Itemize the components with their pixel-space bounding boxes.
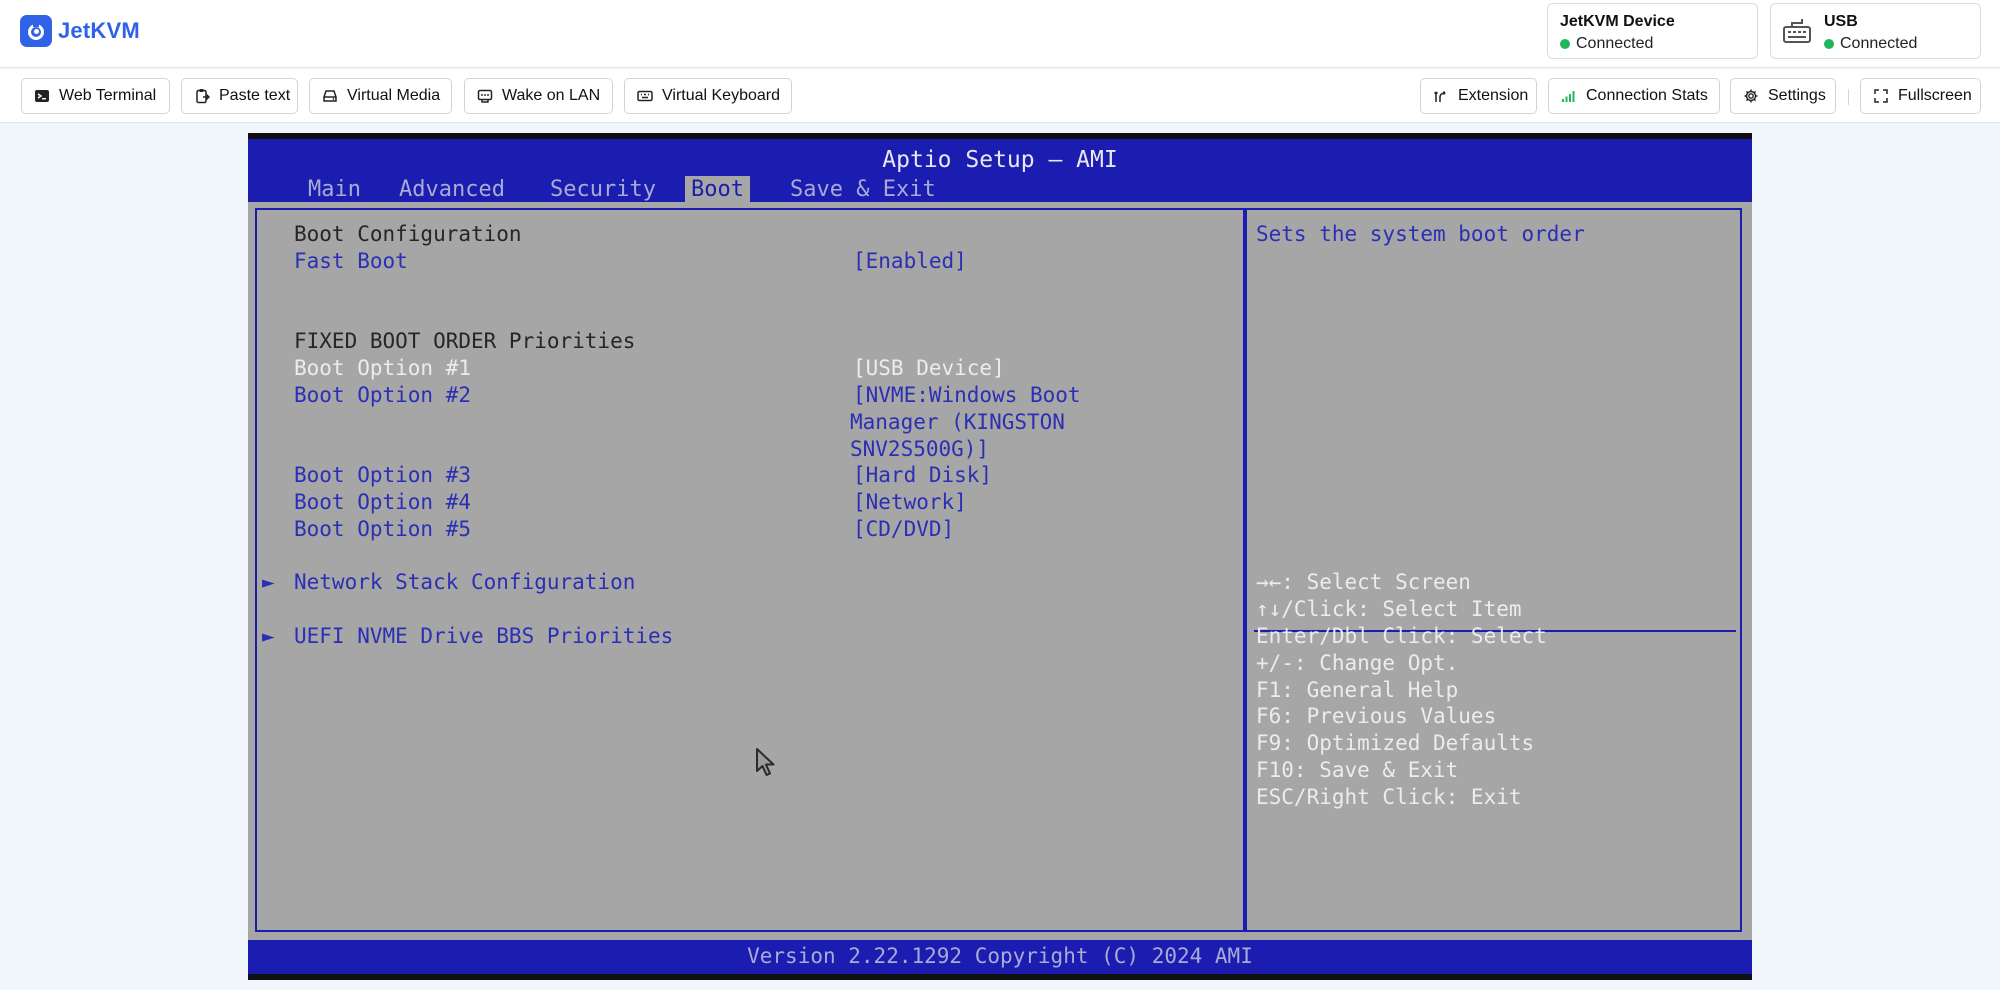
connected-dot-icon	[1560, 39, 1570, 49]
device-status-text: Connected	[1576, 35, 1654, 52]
ethernet-icon	[477, 89, 493, 103]
help-description: Sets the system boot order	[1256, 222, 1585, 246]
fixed-boot-order-heading: FIXED BOOT ORDER Priorities	[294, 329, 636, 353]
key-help-line: F1: General Help	[1256, 678, 1459, 702]
remote-video-screen[interactable]: Aptio Setup – AMI Main Advanced Security…	[248, 133, 1752, 980]
clipboard-icon	[196, 89, 210, 104]
fast-boot-label[interactable]: Fast Boot	[294, 248, 408, 275]
boot-option-4-label[interactable]: Boot Option #4	[294, 489, 471, 516]
submenu-arrow-icon: ►	[262, 624, 275, 648]
key-help-line: ↑↓/Click: Select Item	[1256, 597, 1522, 621]
gear-icon	[1744, 89, 1758, 103]
fullscreen-button[interactable]: Fullscreen	[1860, 78, 1981, 114]
terminal-icon	[35, 90, 49, 102]
paste-text-button[interactable]: Paste text	[181, 78, 298, 114]
app-name: JetKVM	[58, 18, 140, 43]
network-stack-configuration-item[interactable]: Network Stack Configuration	[294, 569, 635, 596]
connection-stats-button[interactable]: Connection Stats	[1548, 78, 1720, 114]
settings-button[interactable]: Settings	[1730, 78, 1836, 114]
fullscreen-icon	[1874, 89, 1888, 103]
extension-icon	[1433, 90, 1446, 102]
boot-option-5-label[interactable]: Boot Option #5	[294, 516, 471, 543]
fast-boot-value[interactable]: [Enabled]	[853, 248, 967, 275]
usb-status-text: Connected	[1840, 35, 1918, 52]
bios-tab-main[interactable]: Main	[302, 176, 367, 203]
keyboard-icon	[637, 90, 653, 102]
extension-button[interactable]: Extension	[1420, 78, 1537, 114]
jetkvm-logo[interactable]: JetKVM	[20, 15, 140, 47]
jetkvm-logo-icon	[20, 15, 52, 47]
key-help-line: F9: Optimized Defaults	[1256, 731, 1535, 755]
boot-option-4-value[interactable]: [Network]	[853, 489, 967, 516]
usb-status-title: USB	[1824, 13, 1858, 30]
key-help-line: Enter/Dbl Click: Select	[1256, 624, 1547, 648]
bios-footer: Version 2.22.1292 Copyright (C) 2024 AMI	[248, 940, 1752, 974]
bios-tab-advanced[interactable]: Advanced	[393, 176, 511, 203]
toolbar-divider	[1848, 89, 1849, 105]
boot-option-2-value-line2: Manager (KINGSTON	[850, 410, 1065, 434]
drive-icon	[323, 90, 337, 102]
device-status: Connected	[1560, 35, 1653, 53]
device-status-title: JetKVM Device	[1560, 13, 1675, 30]
bios-tab-security[interactable]: Security	[544, 176, 662, 203]
boot-option-1-label[interactable]: Boot Option #1	[294, 355, 471, 382]
bios-title: Aptio Setup – AMI	[882, 147, 1118, 173]
device-status-card: JetKVM Device Connected	[1547, 3, 1758, 59]
usb-status: Connected	[1824, 35, 1917, 53]
usb-status-card: USB Connected	[1770, 3, 1981, 59]
boot-option-5-value[interactable]: [CD/DVD]	[853, 516, 954, 543]
action-toolbar: Web Terminal Paste text Virtual Media Wa…	[0, 69, 2000, 123]
submenu-arrow-icon: ►	[262, 570, 275, 594]
bios-header: Aptio Setup – AMI Main Advanced Security…	[248, 139, 1752, 203]
bios-tab-save-exit[interactable]: Save & Exit	[784, 176, 942, 203]
web-terminal-button[interactable]: Web Terminal	[21, 78, 170, 114]
virtual-keyboard-button[interactable]: Virtual Keyboard	[624, 78, 792, 114]
boot-option-1-value[interactable]: [USB Device]	[853, 355, 1005, 382]
uefi-nvme-priorities-item[interactable]: UEFI NVME Drive BBS Priorities	[294, 623, 673, 650]
boot-configuration-heading: Boot Configuration	[294, 222, 522, 246]
bios-version-text: Version 2.22.1292 Copyright (C) 2024 AMI	[747, 944, 1253, 968]
virtual-media-button[interactable]: Virtual Media	[309, 78, 452, 114]
connected-dot-icon	[1824, 39, 1834, 49]
usb-keyboard-icon	[1783, 19, 1811, 43]
mouse-pointer-icon	[756, 748, 775, 776]
key-help-line: →←: Select Screen	[1256, 570, 1471, 594]
boot-option-3-value[interactable]: [Hard Disk]	[853, 462, 992, 489]
boot-option-2-value-line3: SNV2S500G)]	[850, 437, 990, 461]
key-help-line: F10: Save & Exit	[1256, 758, 1459, 782]
top-header: JetKVM JetKVM Device Connected USB Conne…	[0, 0, 2000, 68]
key-help-line: +/-: Change Opt.	[1256, 651, 1459, 675]
boot-option-2-label[interactable]: Boot Option #2	[294, 382, 471, 409]
key-help-line: ESC/Right Click: Exit	[1256, 785, 1522, 809]
key-help-line: F6: Previous Values	[1256, 704, 1497, 728]
bios-tab-boot[interactable]: Boot	[685, 176, 750, 203]
signal-icon	[1562, 91, 1575, 102]
wake-on-lan-button[interactable]: Wake on LAN	[464, 78, 613, 114]
boot-option-3-label[interactable]: Boot Option #3	[294, 462, 471, 489]
boot-option-2-value[interactable]: [NVME:Windows Boot	[853, 382, 1081, 409]
